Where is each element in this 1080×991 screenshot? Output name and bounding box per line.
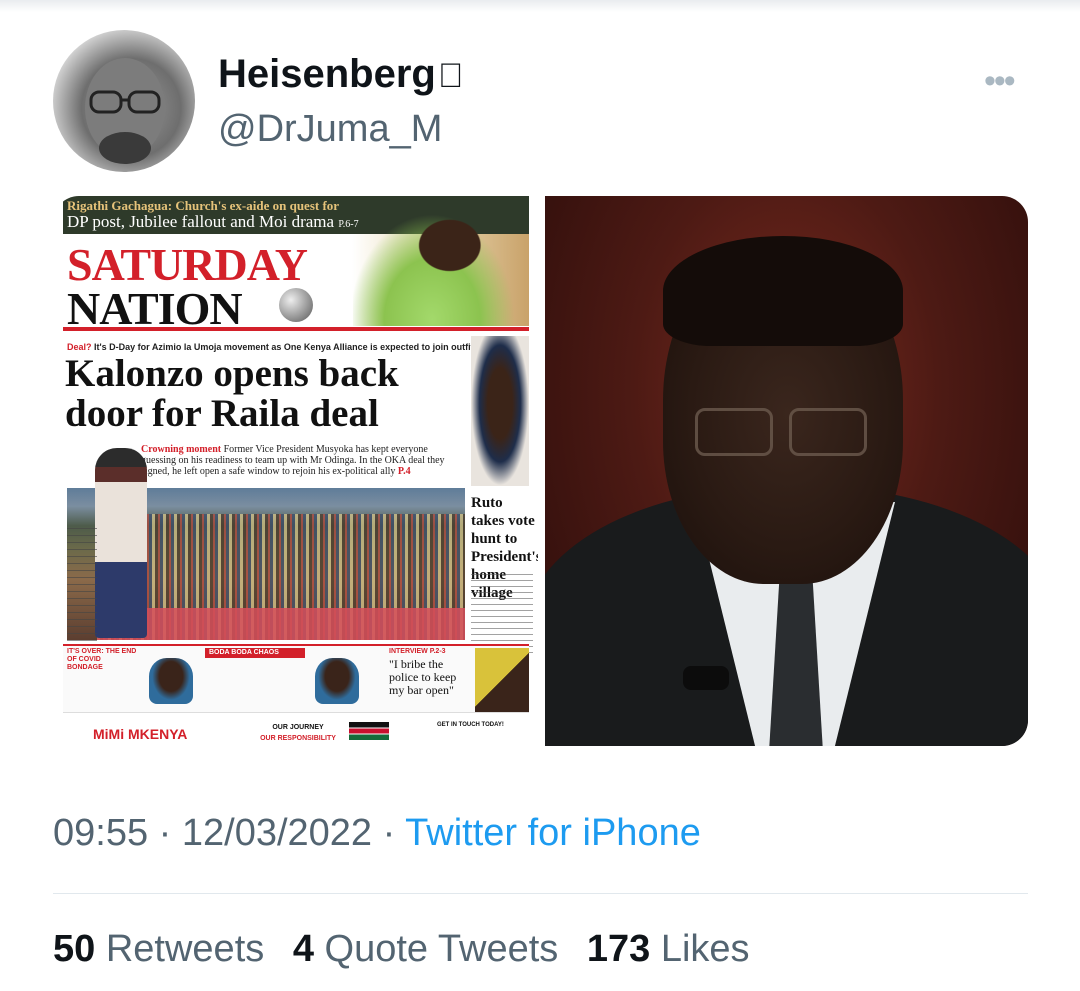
np-side-photo: [471, 336, 529, 486]
np-top-line-2-text: DP post, Jubilee fallout and Moi drama: [67, 212, 335, 231]
np-side-body-text: [471, 574, 533, 654]
likes-stat[interactable]: 173 Likes: [587, 928, 750, 970]
tweet-time: 09:55: [53, 812, 149, 854]
kenya-flag-icon: [349, 722, 389, 740]
retweets-count: 50: [53, 928, 96, 970]
meta-separator-2: ·: [382, 812, 396, 854]
display-name-text: Heisenberg: [218, 52, 436, 96]
np-footer-mid-1: OUR JOURNEY: [272, 724, 324, 731]
np-footer-brand-a: MiMi: [93, 726, 128, 742]
top-edge-shadow: [0, 0, 1080, 12]
np-divider: [63, 327, 529, 331]
quote-tweets-stat[interactable]: 4 Quote Tweets: [293, 928, 558, 970]
lapel-mic: [683, 666, 729, 690]
likes-label: Likes: [660, 928, 750, 970]
np-footer-mid-2: OUR RESPONSIBILITY: [260, 735, 336, 742]
np-footer-mid: OUR JOURNEY OUR RESPONSIBILITY: [253, 722, 343, 744]
rp-glasses-left: [695, 408, 773, 456]
np-caption: Crowning moment Former Vice President Mu…: [141, 444, 463, 477]
globe-icon: [279, 288, 313, 322]
np-kicker-text: It's D-Day for Azimio la Umoja movement …: [94, 342, 474, 352]
np-caption-red: Crowning moment: [141, 444, 222, 455]
np-bottom-photo-1: [149, 658, 193, 704]
rp-hair: [663, 236, 903, 346]
newspaper-front-page-image[interactable]: Rigathi Gachagua: Church's ex-aide on qu…: [53, 196, 538, 746]
apple-logo-icon: : [438, 57, 464, 95]
divider: [53, 893, 1028, 894]
meta-separator: ·: [158, 812, 172, 854]
quotes-label: Quote Tweets: [324, 928, 559, 970]
retweets-label: Retweets: [105, 928, 265, 970]
np-bottom-photo-3: [475, 648, 529, 712]
np-top-line-2: DP post, Jubilee fallout and Moi drama P…: [67, 212, 359, 232]
likes-count: 173: [586, 928, 651, 970]
tweet-media-grid: Rigathi Gachagua: Church's ex-aide on qu…: [53, 196, 1028, 746]
tweet-date[interactable]: 12/03/2022: [182, 812, 372, 854]
np-interview-quote: "I bribe the police to keep my bar open": [389, 657, 457, 697]
np-stage-rail: [97, 608, 465, 640]
author-handle[interactable]: @DrJuma_M: [218, 108, 442, 151]
np-bottom-story-1: IT'S OVER: THE END OF COVID BONDAGE: [67, 648, 137, 671]
np-bottom-story-3: INTERVIEW P.2-3: [389, 648, 446, 655]
np-footer-brand: MiMi MKENYA: [93, 726, 187, 742]
tweet-stats: 50 Retweets 4 Quote Tweets 173 Likes: [53, 928, 768, 971]
np-speaker: [95, 448, 147, 638]
quotes-count: 4: [292, 928, 314, 970]
more-options-icon[interactable]: •••: [984, 62, 1016, 101]
np-headline: Kalonzo opens back door for Raila deal: [65, 352, 399, 435]
np-kicker-red: Deal?: [67, 342, 92, 352]
man-reaction-photo[interactable]: [545, 196, 1028, 746]
np-footer-touch: GET IN TOUCH TODAY!: [437, 722, 504, 728]
np-footer-brand-b: MKENYA: [128, 726, 188, 742]
np-bottom-story-2: BODA BODA CHAOS: [205, 648, 305, 658]
rp-glasses-right: [789, 408, 867, 456]
tweet-source-link[interactable]: Twitter for iPhone: [405, 812, 701, 854]
author-avatar[interactable]: [53, 30, 195, 172]
np-bottom-photo-2: [315, 658, 359, 704]
tweet-meta: 09:55 · 12/03/2022 · Twitter for iPhone: [53, 812, 701, 855]
np-kicker: Deal? It's D-Day for Azimio la Umoja mov…: [67, 342, 474, 352]
np-caption-page: P.4: [397, 466, 411, 477]
np-photo-caption-lines: [67, 528, 97, 648]
author-display-name[interactable]: Heisenberg: [218, 52, 463, 97]
retweets-stat[interactable]: 50 Retweets: [53, 928, 264, 970]
np-masthead-photo: [353, 196, 529, 326]
